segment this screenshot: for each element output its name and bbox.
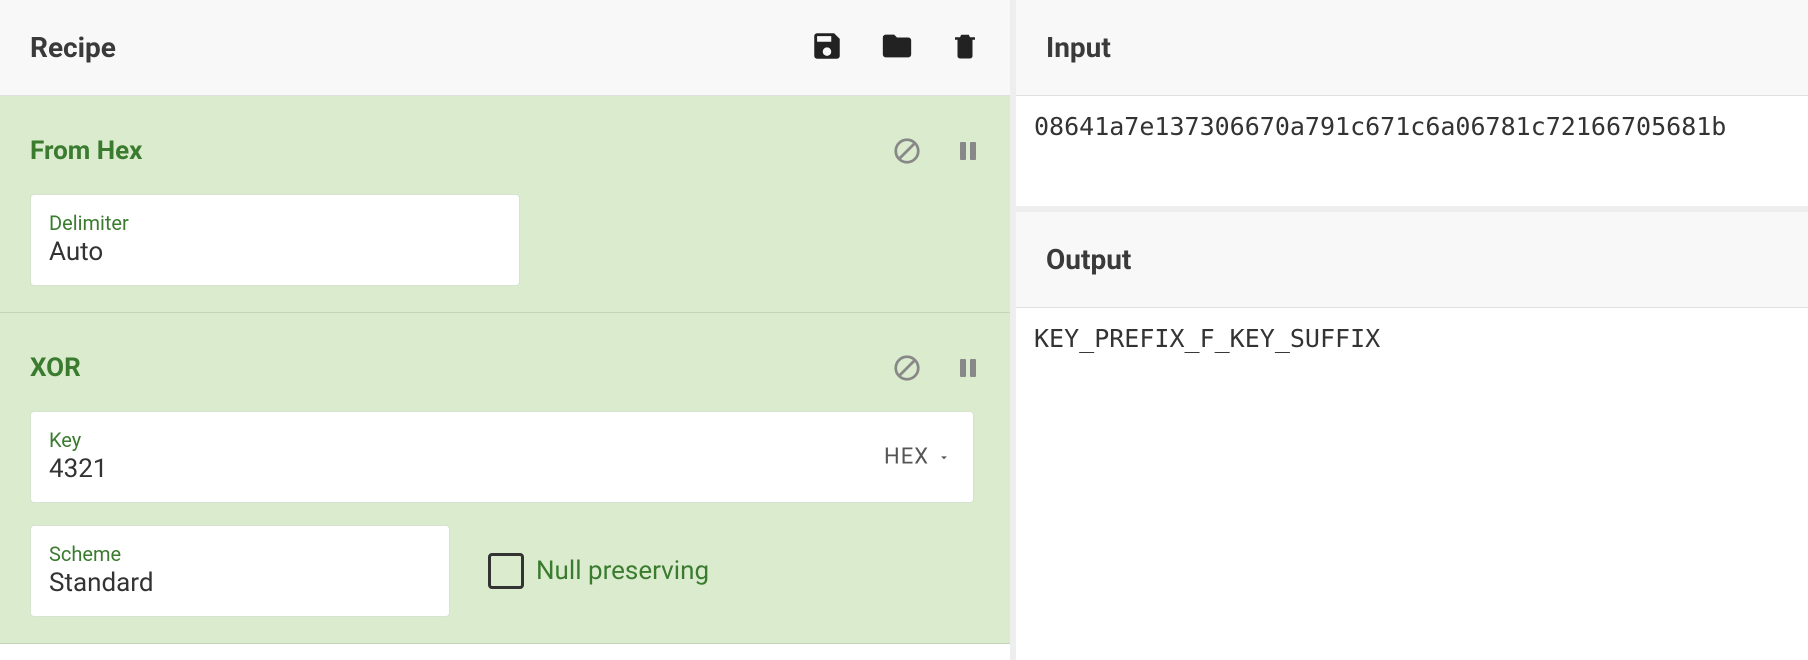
- operation-args: Delimiter Auto: [30, 194, 980, 286]
- checkbox-box[interactable]: [488, 553, 524, 589]
- key-encoding-toggle[interactable]: HEX: [884, 445, 951, 470]
- app-layout: Recipe From Hex: [0, 0, 1808, 660]
- pause-icon[interactable]: [956, 353, 980, 383]
- scheme-select[interactable]: Scheme Standard: [30, 525, 450, 617]
- operation-xor[interactable]: XOR Key 4321 HEX: [0, 313, 1010, 644]
- field-label: Key: [49, 428, 955, 452]
- field-label: Scheme: [49, 542, 431, 566]
- operation-controls: [892, 136, 980, 166]
- pause-icon[interactable]: [956, 136, 980, 166]
- trash-icon[interactable]: [950, 29, 980, 67]
- output-textarea[interactable]: KEY_PREFIX_F_KEY_SUFFIX: [1016, 308, 1808, 660]
- operation-from-hex[interactable]: From Hex Delimiter Auto: [0, 96, 1010, 313]
- input-panel: Input 08641a7e137306670a791c671c6a06781c…: [1016, 0, 1808, 212]
- recipe-toolbar: [810, 29, 980, 67]
- recipe-header: Recipe: [0, 0, 1010, 96]
- field-value: Standard: [49, 568, 431, 598]
- save-icon[interactable]: [810, 29, 844, 67]
- operation-args: Key 4321 HEX: [30, 411, 980, 503]
- key-encoding-label: HEX: [884, 445, 929, 470]
- disable-icon[interactable]: [892, 353, 922, 383]
- input-title: Input: [1046, 31, 1111, 64]
- checkbox-label: Null preserving: [536, 556, 709, 586]
- output-title: Output: [1046, 243, 1131, 276]
- operation-header: From Hex: [30, 114, 980, 188]
- folder-icon[interactable]: [878, 29, 916, 67]
- null-preserving-checkbox[interactable]: Null preserving: [488, 553, 709, 589]
- operation-name: From Hex: [30, 136, 142, 166]
- field-value: Auto: [49, 237, 501, 267]
- output-panel: Output KEY_PREFIX_F_KEY_SUFFIX: [1016, 212, 1808, 660]
- operation-header: XOR: [30, 331, 980, 405]
- operation-args-row2: Scheme Standard Null preserving: [30, 525, 980, 617]
- recipe-title: Recipe: [30, 31, 116, 64]
- field-value: 4321: [49, 454, 955, 484]
- input-textarea[interactable]: 08641a7e137306670a791c671c6a06781c721667…: [1016, 96, 1808, 206]
- output-header: Output: [1016, 212, 1808, 308]
- operation-controls: [892, 353, 980, 383]
- operation-name: XOR: [30, 353, 81, 383]
- delimiter-select[interactable]: Delimiter Auto: [30, 194, 520, 286]
- caret-down-icon: [937, 450, 951, 464]
- key-input[interactable]: Key 4321 HEX: [30, 411, 974, 503]
- io-panel: Input 08641a7e137306670a791c671c6a06781c…: [1016, 0, 1808, 660]
- recipe-panel: Recipe From Hex: [0, 0, 1016, 660]
- field-label: Delimiter: [49, 211, 501, 235]
- disable-icon[interactable]: [892, 136, 922, 166]
- input-header: Input: [1016, 0, 1808, 96]
